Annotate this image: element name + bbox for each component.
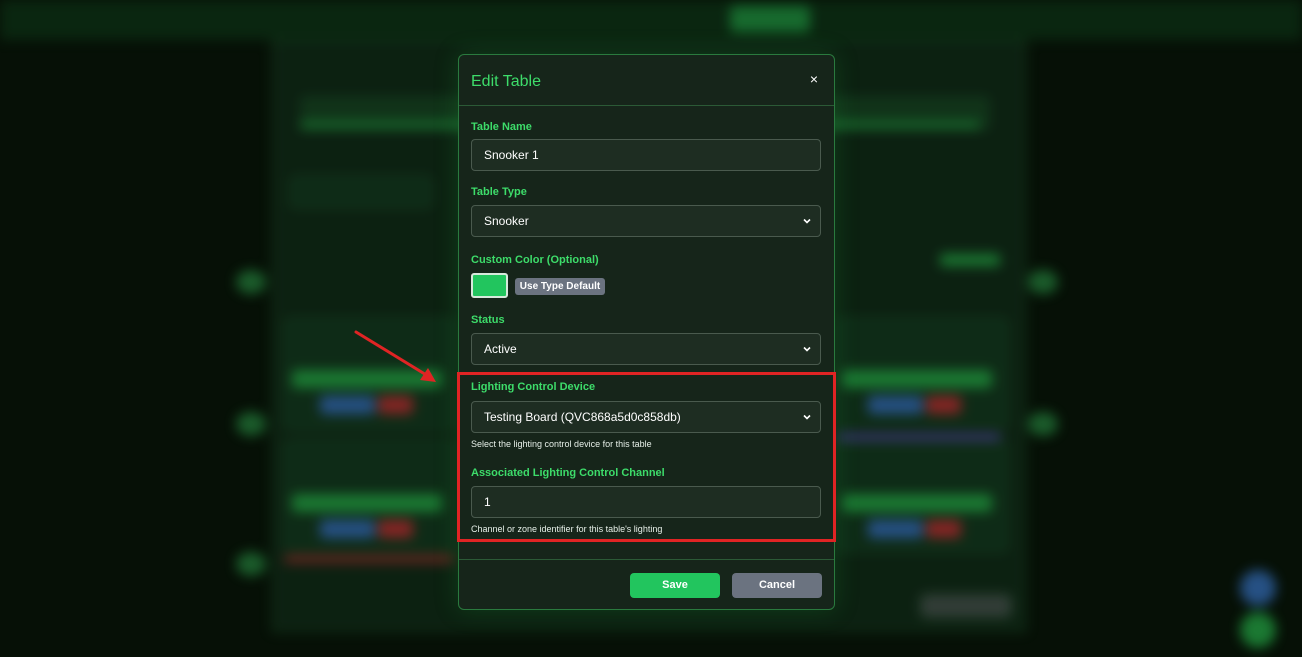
table-name-label: Table Name (471, 121, 532, 133)
bg-bar (868, 520, 923, 538)
bg-button (290, 176, 432, 208)
table-type-value: Snooker (484, 214, 529, 228)
lighting-channel-label: Associated Lighting Control Channel (471, 467, 665, 479)
use-type-default-button[interactable]: Use Type Default (515, 278, 605, 295)
custom-color-label: Custom Color (Optional) (471, 254, 599, 266)
table-type-select[interactable]: Snooker (471, 205, 821, 237)
modal-header: Edit Table × (459, 55, 834, 106)
chevron-down-icon (803, 346, 811, 352)
bg-bar (320, 396, 375, 414)
bg-bar (842, 370, 992, 388)
bg-dot (236, 270, 266, 294)
chevron-down-icon (803, 218, 811, 224)
bg-fab (1240, 570, 1276, 606)
bg-topbar (0, 0, 1302, 40)
status-value: Active (484, 342, 517, 356)
lighting-channel-input[interactable]: 1 (471, 486, 821, 518)
bg-dot (1028, 412, 1058, 436)
close-icon[interactable]: × (806, 71, 822, 87)
edit-table-modal: Edit Table × Table Name Snooker 1 Table … (458, 54, 835, 610)
lighting-device-select[interactable]: Testing Board (QVC868a5d0c858db) (471, 401, 821, 433)
bg-bar (320, 520, 375, 538)
table-type-label: Table Type (471, 186, 527, 198)
bg-bar (292, 370, 442, 388)
bg-strip (940, 254, 1000, 266)
lighting-channel-hint: Channel or zone identifier for this tabl… (471, 524, 663, 534)
bg-button (920, 594, 1012, 618)
bg-dot (236, 412, 266, 436)
bg-bar (926, 396, 961, 414)
status-label: Status (471, 314, 505, 326)
bg-strip (836, 434, 1001, 440)
status-select[interactable]: Active (471, 333, 821, 365)
bg-strip (284, 556, 454, 562)
modal-footer-divider (459, 559, 834, 560)
cancel-button[interactable]: Cancel (732, 573, 822, 598)
bg-bar (926, 520, 961, 538)
chevron-down-icon (803, 414, 811, 420)
save-button[interactable]: Save (630, 573, 720, 598)
bg-bar (378, 396, 413, 414)
bg-bar (842, 494, 992, 512)
lighting-device-hint: Select the lighting control device for t… (471, 439, 652, 449)
color-swatch[interactable] (471, 273, 508, 298)
bg-fab (1240, 612, 1276, 648)
lighting-device-label: Lighting Control Device (471, 381, 596, 393)
bg-dot (1028, 270, 1058, 294)
lighting-device-value: Testing Board (QVC868a5d0c858db) (484, 410, 681, 424)
table-name-input[interactable]: Snooker 1 (471, 139, 821, 171)
bg-active-tab (730, 6, 810, 32)
bg-bar (292, 494, 442, 512)
modal-title: Edit Table (471, 73, 541, 90)
bg-dot (236, 552, 266, 576)
bg-bar (378, 520, 413, 538)
bg-bar (868, 396, 923, 414)
